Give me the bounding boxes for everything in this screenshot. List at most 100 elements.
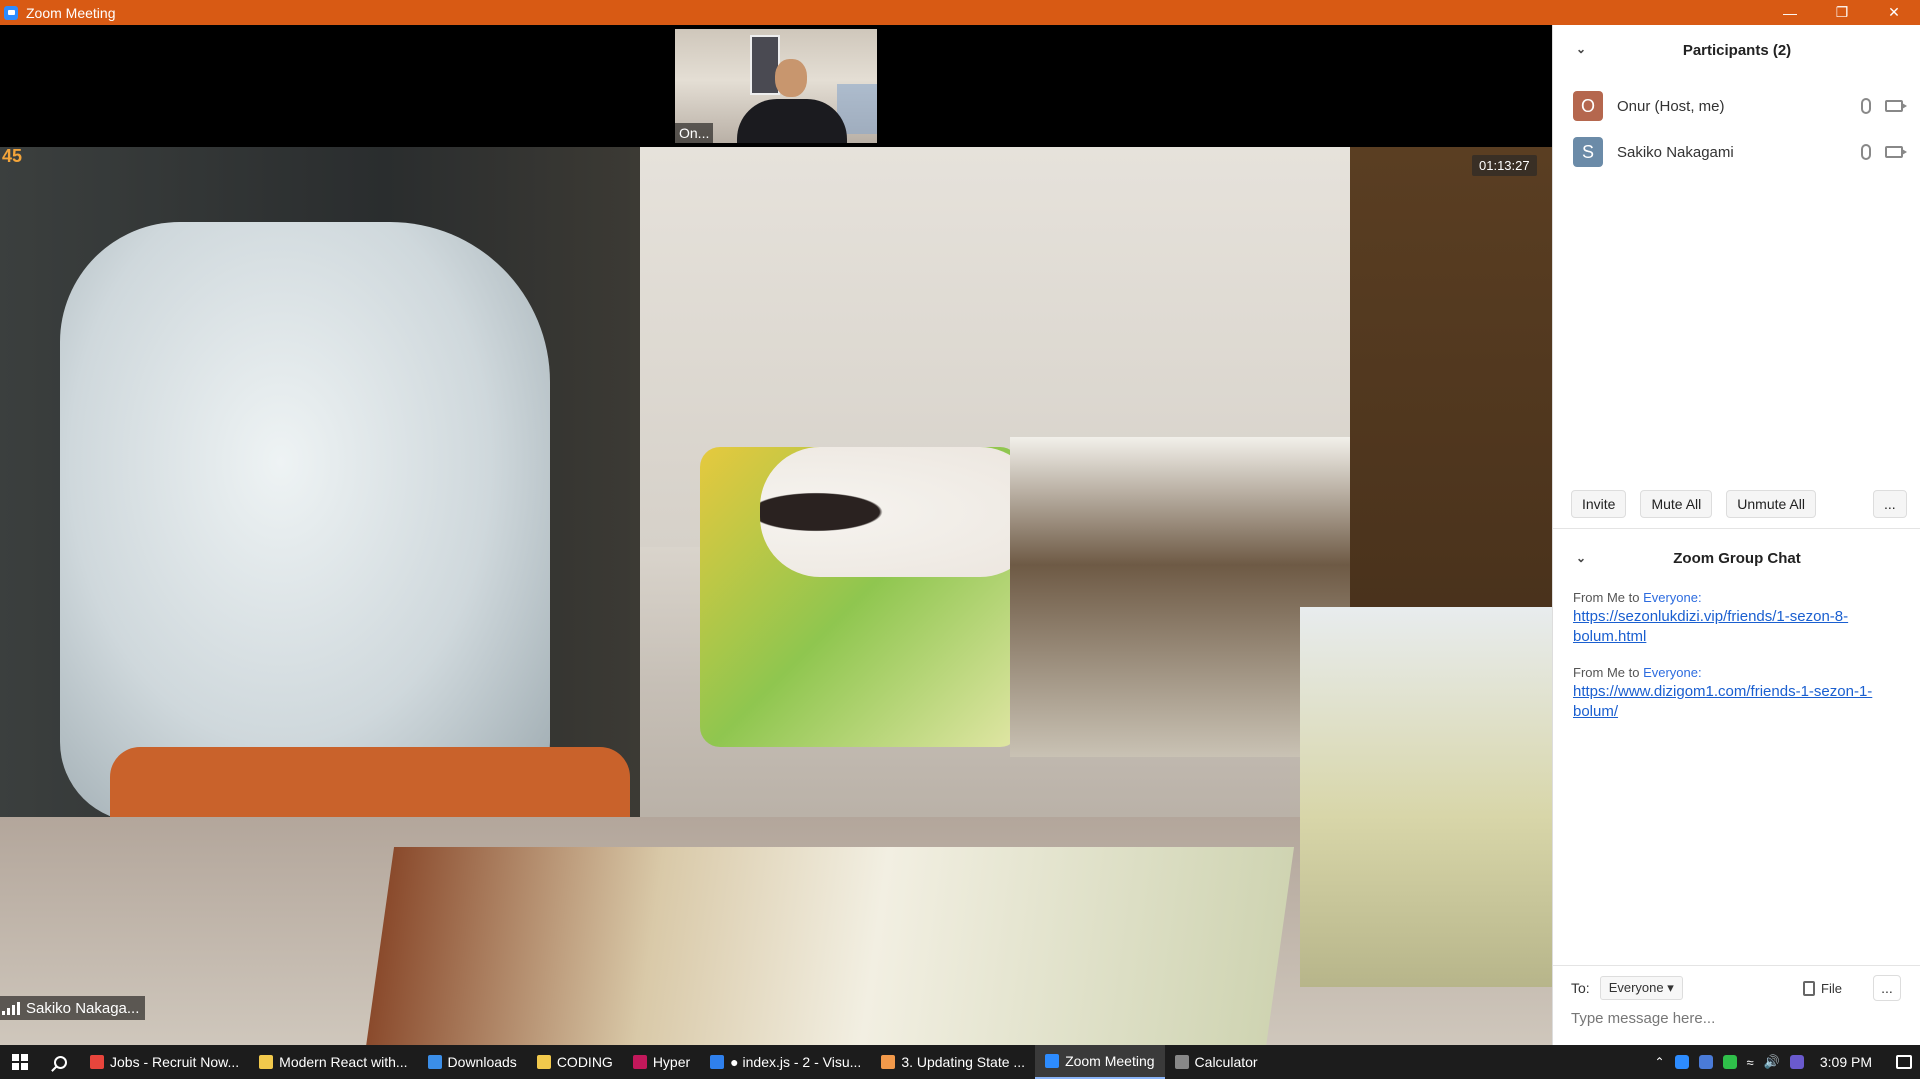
message-sender: From Me to [1573,665,1644,680]
message-link[interactable]: https://www.dizigom1.com/friends-1-sezon… [1573,682,1903,722]
taskbar-item-label: Zoom Meeting [1065,1053,1155,1069]
chevron-up-icon[interactable]: ⌃ [1654,1055,1664,1069]
taskbar-item-label: Hyper [652,1054,691,1070]
thumbnail-name: On... [675,123,714,143]
close-button[interactable]: ✕ [1868,0,1920,25]
message-input[interactable] [1571,1010,1901,1027]
recipient-row: To: Everyone ▾ File ... [1553,970,1920,1006]
message-recipient[interactable]: Everyone: [1643,590,1702,605]
window-controls: — ❐ ✕ [1764,0,1920,25]
invite-button[interactable]: Invite [1571,490,1627,518]
taskbar-item[interactable]: Jobs - Recruit Now... [80,1045,249,1079]
video-camera-icon[interactable] [1885,100,1907,112]
recording-timer: 01:13:27 [1472,155,1537,176]
audio-meter-icon[interactable] [1789,1055,1804,1069]
divider [1553,528,1920,529]
chevron-down-icon[interactable]: ⌄ [1573,41,1589,57]
taskbar-item[interactable]: Calculator [1165,1045,1268,1079]
side-panel: ⌄ Participants (2) O Onur (Host, me) S S… [1552,25,1920,1045]
participant-row[interactable]: O Onur (Host, me) [1553,83,1920,129]
taskbar-item[interactable]: CODING [527,1045,623,1079]
chat-composer: To: Everyone ▾ File ... [1553,970,1920,1028]
divider [1553,965,1920,966]
line-tray-icon[interactable] [1722,1055,1737,1069]
file-icon [1803,980,1815,996]
wifi-icon[interactable]: ≈ [1747,1055,1754,1070]
search-icon [53,1055,67,1069]
recipient-value: Everyone [1608,980,1664,995]
taskbar-item[interactable]: Downloads [418,1045,527,1079]
chat-message: From Me to Everyone: https://sezonlukdiz… [1573,590,1903,647]
chat-message: From Me to Everyone: https://www.dizigom… [1573,665,1903,722]
video-shirt [60,222,550,822]
file-label: File [1821,980,1842,996]
folder-icon [536,1055,551,1069]
taskbar-item[interactable]: ● index.js - 2 - Visu... [700,1045,871,1079]
message-recipient[interactable]: Everyone: [1643,665,1702,680]
more-options-button[interactable]: ... [1873,490,1907,518]
zoom-icon [1045,1054,1060,1068]
window-title: Zoom Meeting [26,4,116,21]
minimize-button[interactable]: — [1764,0,1816,25]
video-camera-icon[interactable] [1885,146,1907,158]
chat-header: ⌄ Zoom Group Chat [1553,533,1920,583]
taskbar: Jobs - Recruit Now... Modern React with.… [0,1045,1920,1079]
message-link[interactable]: https://sezonlukdizi.vip/friends/1-sezon… [1573,607,1903,647]
thumb-person-body [737,99,847,143]
vlc-icon [881,1055,896,1069]
participants-list: O Onur (Host, me) S Sakiko Nakagami [1553,83,1920,175]
taskbar-item[interactable]: Zoom Meeting [1035,1045,1165,1079]
chat-more-button[interactable]: ... [1873,975,1901,1001]
taskbar-item-label: Calculator [1194,1054,1258,1070]
chat-title: Zoom Group Chat [1673,549,1801,567]
app-tray-icon[interactable] [1698,1055,1713,1069]
taskbar-item-label: Modern React with... [279,1054,408,1070]
restore-button[interactable]: ❐ [1816,0,1868,25]
video-area: On... [0,25,1552,1045]
taskbar-item-label: ● index.js - 2 - Visu... [730,1054,862,1070]
download-icon [427,1055,442,1069]
mute-all-button[interactable]: Mute All [1640,490,1713,518]
signal-strength-icon [2,1001,20,1015]
chat-messages: From Me to Everyone: https://sezonlukdiz… [1573,590,1903,740]
video-magazine [365,847,1295,1045]
participant-name: Onur (Host, me) [1617,97,1725,115]
taskbar-item-label: Downloads [447,1054,517,1070]
participants-title: Participants (2) [1682,41,1792,59]
zoom-tray-icon[interactable] [1674,1055,1689,1069]
calculator-icon [1174,1055,1189,1069]
message-meta: From Me to Everyone: [1573,665,1903,680]
taskbar-item-label: 3. Updating State ... [901,1054,1026,1070]
taskbar-item[interactable]: Modern React with... [249,1045,417,1079]
participant-name: Sakiko Nakagami [1617,143,1734,161]
file-button[interactable]: File [1803,980,1842,996]
notification-icon[interactable] [1896,1055,1912,1069]
chevron-down-icon[interactable]: ⌄ [1573,550,1589,566]
participants-actions: Invite Mute All Unmute All ... [1571,490,1907,518]
participant-row[interactable]: S Sakiko Nakagami [1553,129,1920,175]
folder-icon [259,1055,274,1069]
terminal-icon [632,1055,647,1069]
clock[interactable]: 3:09 PM [1820,1054,1872,1070]
recipient-select[interactable]: Everyone ▾ [1599,976,1683,1000]
taskbar-item-label: CODING [556,1054,613,1070]
search-button[interactable] [40,1045,80,1079]
active-speaker-video[interactable] [0,147,1552,1045]
video-books [1010,437,1350,757]
message-sender: From Me to [1573,590,1644,605]
taskbar-item[interactable]: 3. Updating State ... [871,1045,1035,1079]
avatar: S [1573,137,1603,167]
taskbar-item-label: Jobs - Recruit Now... [110,1054,240,1070]
taskbar-item[interactable]: Hyper [623,1045,700,1079]
unmute-all-button[interactable]: Unmute All [1726,490,1816,518]
start-button[interactable] [0,1045,40,1079]
volume-icon[interactable]: 🔊 [1764,1054,1780,1070]
avatar: O [1573,91,1603,121]
to-label: To: [1571,980,1590,996]
microphone-icon[interactable] [1861,98,1871,114]
video-person [760,447,1040,577]
self-video-thumbnail[interactable]: On... [675,29,877,143]
microphone-icon[interactable] [1861,144,1871,160]
chrome-icon [90,1055,104,1069]
system-tray: ⌃ ≈ 🔊 3:09 PM [1654,1045,1920,1079]
